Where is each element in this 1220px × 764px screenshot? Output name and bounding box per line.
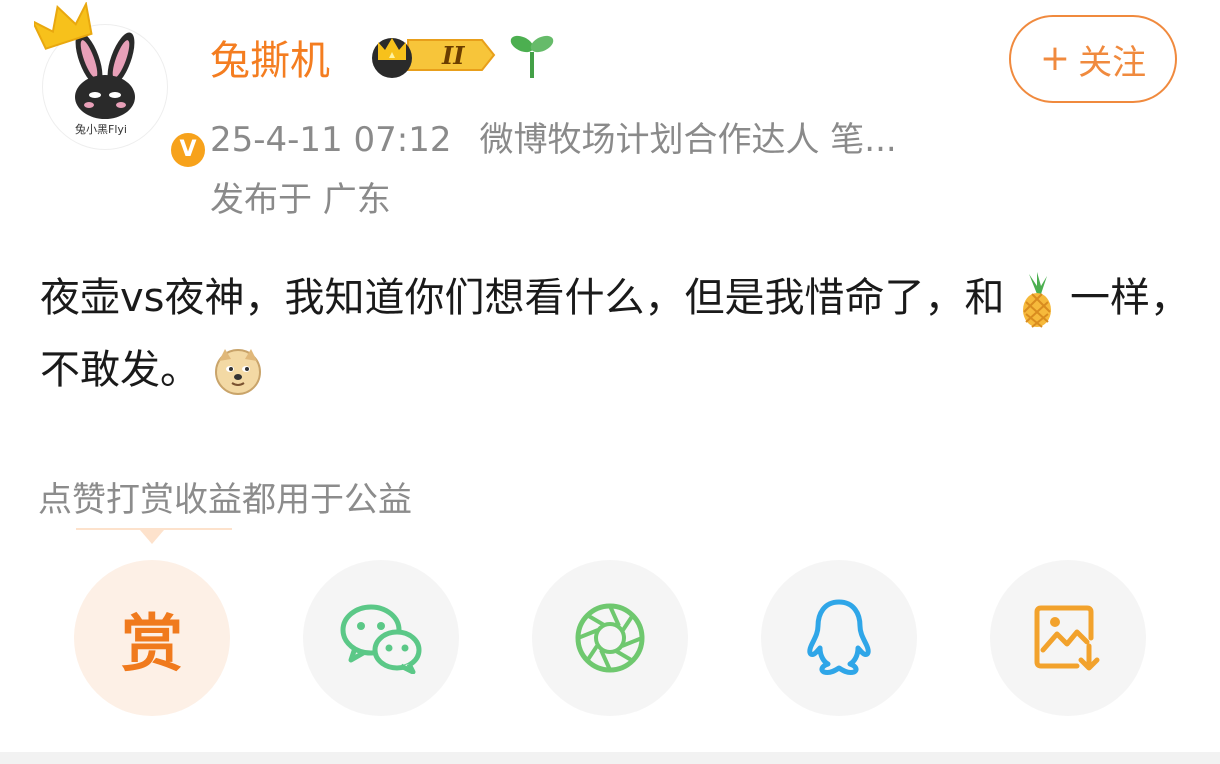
author-avatar[interactable]: 兔小黑Flyi V <box>34 2 208 170</box>
qq-icon <box>807 599 871 675</box>
doge-emoji <box>214 349 261 395</box>
wechat-icon <box>340 604 422 674</box>
verified-badge-icon: V <box>168 130 208 170</box>
post-meta: 25-4-11 07:12 微博牧场计划合作达人 笔... <box>210 112 897 161</box>
vip-level-badge[interactable]: II <box>370 30 496 80</box>
crown-icon <box>34 2 93 50</box>
plus-icon: + <box>1039 38 1071 79</box>
share-wechat-button[interactable] <box>303 560 459 716</box>
share-qq-button[interactable] <box>761 560 917 716</box>
post-content: 夜壶vs夜神，我知道你们想看什么，但是我惜命了，和 一样，不敢发。 <box>40 262 1200 406</box>
moments-icon <box>575 603 645 673</box>
follow-button[interactable]: + 关注 <box>1009 15 1177 103</box>
author-name[interactable]: 兔撕机 <box>210 28 330 86</box>
save-image-icon <box>1034 605 1100 671</box>
bottom-divider <box>0 752 1220 764</box>
share-moments-button[interactable] <box>532 560 688 716</box>
sprout-icon <box>510 35 554 78</box>
post-time: 25-4-11 07:12 <box>210 120 452 160</box>
post-source[interactable]: 微博牧场计划合作达人 笔... <box>480 120 897 160</box>
follow-label: 关注 <box>1078 42 1147 83</box>
reward-button[interactable]: 赏 <box>74 560 230 716</box>
vip-level-text: II <box>441 41 465 70</box>
save-image-button[interactable] <box>990 560 1146 716</box>
caret-icon <box>140 530 164 544</box>
pineapple-emoji <box>1023 272 1052 328</box>
post-location: 发布于 广东 <box>210 180 391 220</box>
avatar-caption: 兔小黑Flyi <box>75 123 127 136</box>
reward-icon: 赏 <box>120 607 183 680</box>
donate-note: 点赞打赏收益都用于公益 <box>38 480 412 520</box>
post-text-part1: 夜壶vs夜神，我知道你们想看什么，但是我惜命了，和 <box>40 275 1005 321</box>
